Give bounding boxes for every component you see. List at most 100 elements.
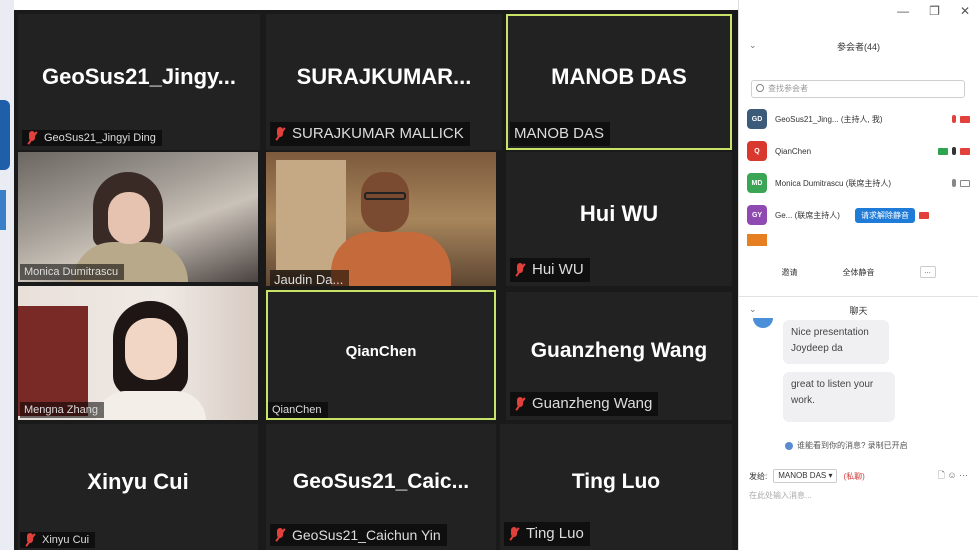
people-icon bbox=[785, 441, 793, 450]
video-tile-caichun[interactable]: GeoSus21_Caic... GeoSus21_Caichun Yin bbox=[266, 424, 496, 550]
video-tile-ting[interactable]: Ting Luo Ting Luo bbox=[500, 424, 732, 550]
mic-muted-icon bbox=[952, 115, 956, 123]
mute-all-button[interactable]: 全体静音 bbox=[843, 267, 875, 278]
participant-name: Xinyu Cui bbox=[87, 468, 189, 494]
status-icons bbox=[919, 211, 929, 219]
video-tile-jaudin[interactable]: Jaudin Da... bbox=[266, 152, 496, 286]
name-label: Ting Luo bbox=[504, 522, 590, 546]
restore-icon[interactable]: ❐ bbox=[929, 4, 940, 18]
name-label-text: Jaudin Da... bbox=[274, 272, 344, 286]
participant-name: GeoSus21_Jingy... bbox=[41, 63, 236, 89]
participant-row[interactable]: Q QianChen bbox=[747, 138, 970, 164]
mic-muted-icon bbox=[274, 528, 286, 542]
participant-row-name: Ge... (联席主持人) bbox=[775, 210, 840, 220]
video-tile-qianchen[interactable]: QianChen QianChen bbox=[266, 290, 496, 420]
zoom-meeting-window: GeoSus21_Jingy... GeoSus21_Jingyi Ding S… bbox=[0, 0, 978, 550]
name-label-text: Ting Luo bbox=[526, 525, 584, 542]
mic-muted-icon bbox=[508, 527, 520, 541]
video-tile-manob[interactable]: MANOB DAS MANOB DAS bbox=[506, 14, 732, 150]
participant-name: SURAJKUMAR... bbox=[296, 63, 472, 89]
minimize-icon[interactable]: — bbox=[897, 4, 909, 18]
video-icon bbox=[960, 179, 970, 187]
name-label-text: SURAJKUMAR MALLICK bbox=[292, 125, 464, 142]
participant-row[interactable]: GY Ge... (联席主持人) 请求解除静音 bbox=[747, 202, 970, 228]
name-label: Mengna Zhang bbox=[20, 402, 104, 418]
participants-title: 参会者(44) bbox=[836, 42, 880, 52]
ask-to-unmute-button[interactable]: 请求解除静音 bbox=[855, 207, 915, 223]
participant-actions: 邀请 全体静音 ... bbox=[739, 262, 978, 282]
participant-row[interactable] bbox=[747, 234, 970, 246]
name-label-text: GeoSus21_Jingyi Ding bbox=[44, 132, 156, 144]
participant-name: Guanzheng Wang bbox=[530, 339, 708, 363]
collapse-participants-icon[interactable]: ⌄ bbox=[749, 40, 757, 51]
video-off-icon bbox=[960, 115, 970, 123]
video-feed bbox=[18, 152, 258, 282]
status-icons bbox=[952, 115, 970, 123]
status-icons bbox=[952, 179, 970, 187]
participant-row[interactable]: GD GeoSus21_Jing... (主持人, 我) bbox=[747, 106, 970, 132]
chat-title: 聊天 bbox=[849, 306, 868, 316]
participant-row[interactable]: MD Monica Dumitrascu (联席主持人) bbox=[747, 170, 970, 196]
participants-header: ⌄ 参会者(44) bbox=[739, 40, 978, 60]
video-off-icon bbox=[919, 211, 929, 219]
chat-message: Nice presentation Joydeep da bbox=[783, 320, 889, 364]
avatar: GD bbox=[747, 109, 767, 129]
chat-recipient-bar: 发给: MANOB DAS ▾ (私聊) 🗋 ☺ ··· bbox=[749, 468, 968, 484]
participant-search-input[interactable]: 查找参会者 bbox=[751, 80, 965, 98]
share-icon bbox=[938, 147, 948, 155]
status-icons bbox=[938, 147, 970, 155]
name-label: GeoSus21_Caichun Yin bbox=[270, 524, 447, 546]
chat-message: great to listen your work. bbox=[783, 372, 895, 422]
avatar bbox=[747, 234, 767, 246]
chat-message-input[interactable]: 在此处输入消息... bbox=[749, 490, 968, 530]
participant-row-name: QianChen bbox=[775, 146, 812, 156]
name-label: Monica Dumitrascu bbox=[20, 264, 125, 280]
video-tile-surajkumar[interactable]: SURAJKUMAR... SURAJKUMAR MALLICK bbox=[266, 14, 502, 150]
participant-name: Ting Luo bbox=[571, 470, 661, 494]
video-tile-hui[interactable]: Hui WU Hui WU bbox=[506, 152, 732, 286]
video-feed bbox=[18, 286, 258, 420]
mic-muted-icon bbox=[24, 533, 36, 547]
video-tile-monica[interactable]: Monica Dumitrascu bbox=[18, 152, 258, 282]
avatar: GY bbox=[747, 205, 767, 225]
avatar bbox=[753, 318, 773, 328]
name-label-text: QianChen bbox=[272, 404, 322, 416]
name-label: Xinyu Cui bbox=[20, 532, 96, 548]
recipient-select[interactable]: MANOB DAS ▾ bbox=[773, 469, 838, 483]
video-feed bbox=[266, 152, 496, 286]
participant-name: GeoSus21_Caic... bbox=[292, 470, 470, 494]
name-label-text: Hui WU bbox=[532, 261, 584, 278]
mic-muted-icon bbox=[514, 263, 526, 277]
side-panel: — ❐ ✕ ⌄ 参会者(44) 查找参会者 GD GeoSus21_Jing..… bbox=[738, 0, 978, 550]
close-icon[interactable]: ✕ bbox=[960, 4, 970, 18]
search-placeholder: 查找参会者 bbox=[768, 84, 808, 93]
video-tile-mengna[interactable]: Mengna Zhang bbox=[18, 286, 258, 420]
send-to-label: 发给: bbox=[749, 471, 768, 481]
mic-icon bbox=[952, 179, 956, 187]
name-label-text: Guanzheng Wang bbox=[532, 395, 653, 412]
avatar: Q bbox=[747, 141, 767, 161]
name-label: Jaudin Da... bbox=[270, 270, 350, 286]
search-icon bbox=[756, 84, 764, 92]
chat-visibility-note[interactable]: 谁能看到你的消息? 录制已开启 bbox=[785, 440, 908, 451]
participant-row-name: Monica Dumitrascu (联席主持人) bbox=[775, 178, 892, 188]
video-tile-geosus-jingyi[interactable]: GeoSus21_Jingy... GeoSus21_Jingyi Ding bbox=[18, 14, 260, 150]
collapse-chat-icon[interactable]: ⌄ bbox=[749, 304, 757, 315]
more-options-button[interactable]: ... bbox=[919, 266, 936, 278]
chat-tools[interactable]: 🗋 ☺ ··· bbox=[938, 468, 968, 484]
slide-shape bbox=[0, 100, 10, 170]
avatar: MD bbox=[747, 173, 767, 193]
name-label-text: Monica Dumitrascu bbox=[24, 266, 119, 278]
name-label: QianChen bbox=[268, 402, 328, 418]
video-tile-guanzheng[interactable]: Guanzheng Wang Guanzheng Wang bbox=[506, 292, 732, 420]
mic-muted-icon bbox=[274, 127, 286, 141]
gallery-view: GeoSus21_Jingy... GeoSus21_Jingyi Ding S… bbox=[14, 10, 738, 550]
name-label-text: Mengna Zhang bbox=[24, 404, 98, 416]
invite-button[interactable]: 邀请 bbox=[782, 267, 798, 278]
video-tile-xinyu[interactable]: Xinyu Cui Xinyu Cui bbox=[18, 424, 258, 550]
name-label: GeoSus21_Jingyi Ding bbox=[22, 130, 162, 146]
participant-row-name: GeoSus21_Jing... (主持人, 我) bbox=[775, 114, 883, 124]
name-label: Hui WU bbox=[510, 258, 590, 282]
name-label: SURAJKUMAR MALLICK bbox=[270, 122, 470, 146]
participant-name: Hui WU bbox=[579, 200, 659, 226]
